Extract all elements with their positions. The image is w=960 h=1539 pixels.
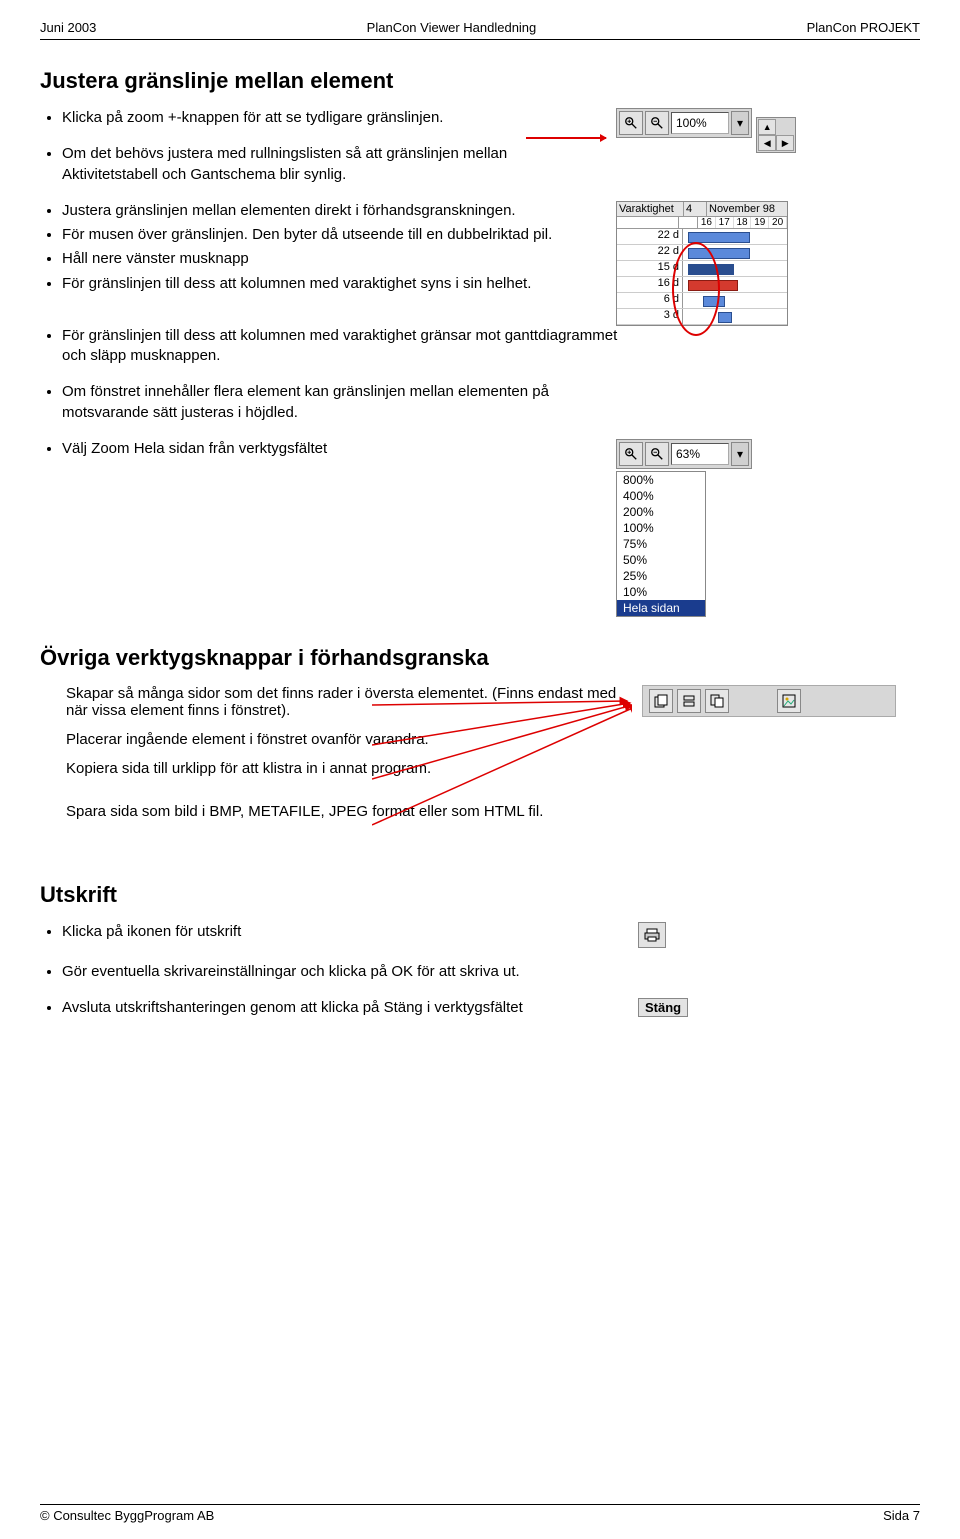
gantt-duration: 15 d xyxy=(617,261,683,276)
scroll-right-button[interactable]: ▶ xyxy=(776,135,794,151)
paragraph: Placerar ingående element i fönstret ova… xyxy=(66,731,626,748)
zoom-in-button[interactable] xyxy=(619,442,643,466)
print-button[interactable] xyxy=(638,922,666,948)
gantt-col-activity: Varaktighet xyxy=(617,202,684,216)
footer-right: Sida 7 xyxy=(883,1508,920,1523)
gantt-day: 19 xyxy=(751,217,769,228)
multi-page-icon xyxy=(654,694,668,708)
gantt-day: 18 xyxy=(734,217,752,228)
gantt-duration: 22 d xyxy=(617,229,683,244)
gantt-day-row: 16 17 18 19 20 xyxy=(617,217,787,229)
gantt-preview: Varaktighet 4 November 98 16 17 18 19 20… xyxy=(616,201,788,326)
bullet: Klicka på ikonen för utskrift xyxy=(62,922,622,942)
section2-title: Övriga verktygsknappar i förhandsgranska xyxy=(40,645,920,671)
bullet: Välj Zoom Hela sidan från verktygsfältet xyxy=(62,439,600,459)
zoom-value[interactable]: 63% xyxy=(671,443,729,465)
zoom-option[interactable]: 100% xyxy=(617,520,705,536)
bullet: Håll nere vänster musknapp xyxy=(62,249,600,269)
zoom-out-icon xyxy=(650,116,664,130)
zoom-dropdown-button[interactable]: ▾ xyxy=(731,111,749,135)
page-header: Juni 2003 PlanCon Viewer Handledning Pla… xyxy=(40,20,920,40)
bullet-list-8: Gör eventuella skrivareinställningar och… xyxy=(40,962,712,982)
zoom-dropdown-list: 800% 400% 200% 100% 75% 50% 25% 10% Hela… xyxy=(616,471,706,617)
zoom-value[interactable]: 100% xyxy=(671,112,729,134)
paragraph: Kopiera sida till urklipp för att klistr… xyxy=(66,760,626,777)
bullet-list-6: Välj Zoom Hela sidan från verktygsfältet xyxy=(40,439,600,459)
zoom-option[interactable]: 800% xyxy=(617,472,705,488)
copy-clipboard-button[interactable] xyxy=(705,689,729,713)
scroll-left-button[interactable]: ◀ xyxy=(758,135,776,151)
printer-icon xyxy=(644,928,660,942)
gantt-day: 20 xyxy=(769,217,787,228)
bullet-list-7: Klicka på ikonen för utskrift xyxy=(40,922,622,946)
gantt-duration: 3 d xyxy=(617,309,683,324)
zoom-dropdown-button[interactable]: ▾ xyxy=(731,442,749,466)
preview-toolbar xyxy=(642,685,896,717)
zoom-out-icon xyxy=(650,447,664,461)
copy-icon xyxy=(710,694,724,708)
gantt-duration: 6 d xyxy=(617,293,683,308)
bullet-list-4: För gränslinjen till dess att kolumnen m… xyxy=(40,326,622,367)
bullet: Om det behövs justera med rullningsliste… xyxy=(62,144,600,185)
zoom-option[interactable]: 25% xyxy=(617,568,705,584)
save-image-icon xyxy=(782,694,796,708)
scroll-up-button[interactable]: ▲ xyxy=(758,119,776,135)
zoom-option-selected[interactable]: Hela sidan xyxy=(617,600,705,616)
gantt-day: 17 xyxy=(716,217,734,228)
bullet: Justera gränslinjen mellan elementen dir… xyxy=(62,201,600,221)
zoom-option[interactable]: 10% xyxy=(617,584,705,600)
stack-icon xyxy=(682,694,696,708)
zoom-toolbar: 100% ▾ xyxy=(616,108,752,138)
zoom-option[interactable]: 50% xyxy=(617,552,705,568)
bullet: Gör eventuella skrivareinställningar och… xyxy=(62,962,712,982)
page: Juni 2003 PlanCon Viewer Handledning Pla… xyxy=(0,0,960,1539)
bullet: Om fönstret innehåller flera element kan… xyxy=(62,382,622,423)
header-right: PlanCon PROJEKT xyxy=(807,20,920,35)
close-button-label: Stäng xyxy=(645,1000,681,1015)
section1-title: Justera gränslinje mellan element xyxy=(40,68,920,94)
zoom-out-button[interactable] xyxy=(645,111,669,135)
bullet: För gränslinjen till dess att kolumnen m… xyxy=(62,274,600,294)
zoom-option[interactable]: 200% xyxy=(617,504,705,520)
gantt-duration: 16 d xyxy=(617,277,683,292)
zoom-in-icon xyxy=(624,447,638,461)
bullet: Avsluta utskriftshanteringen genom att k… xyxy=(62,998,622,1018)
paragraph: Skapar så många sidor som det finns rade… xyxy=(66,685,626,719)
footer-left: © Consultec ByggProgram AB xyxy=(40,1508,214,1523)
bullet-list-2: Om det behövs justera med rullningsliste… xyxy=(40,144,600,185)
gantt-duration: 22 d xyxy=(617,245,683,260)
gantt-day: 16 xyxy=(698,217,716,228)
bullet: För musen över gränslinjen. Den byter då… xyxy=(62,225,600,245)
bullet: För gränslinjen till dess att kolumnen m… xyxy=(62,326,622,367)
bullet-list-9: Avsluta utskriftshanteringen genom att k… xyxy=(40,998,622,1022)
bullet-list-5: Om fönstret innehåller flera element kan… xyxy=(40,382,622,423)
stack-elements-button[interactable] xyxy=(677,689,701,713)
bullet: Klicka på zoom +-knappen för att se tydl… xyxy=(62,108,600,128)
zoom-option[interactable]: 400% xyxy=(617,488,705,504)
save-image-button[interactable] xyxy=(777,689,801,713)
scroll-control: ▲ ◀ ▶ xyxy=(756,117,796,153)
gantt-col-qty: 4 xyxy=(684,202,707,216)
gantt-month: November 98 xyxy=(707,202,787,216)
zoom-option[interactable]: 75% xyxy=(617,536,705,552)
zoom-out-button[interactable] xyxy=(645,442,669,466)
multi-page-button[interactable] xyxy=(649,689,673,713)
close-button[interactable]: Stäng xyxy=(638,998,688,1017)
zoom-in-button[interactable] xyxy=(619,111,643,135)
section3-title: Utskrift xyxy=(40,882,920,908)
bullet-list-3: Justera gränslinjen mellan elementen dir… xyxy=(40,201,600,294)
annotation-arrow xyxy=(526,137,606,139)
bullet-list-1: Klicka på zoom +-knappen för att se tydl… xyxy=(40,108,600,128)
zoom-in-icon xyxy=(624,116,638,130)
header-center: PlanCon Viewer Handledning xyxy=(367,20,537,35)
paragraph: Spara sida som bild i BMP, METAFILE, JPE… xyxy=(66,803,626,820)
zoom-toolbar-2: 63% ▾ xyxy=(616,439,752,469)
page-footer: © Consultec ByggProgram AB Sida 7 xyxy=(40,1504,920,1523)
header-left: Juni 2003 xyxy=(40,20,96,35)
